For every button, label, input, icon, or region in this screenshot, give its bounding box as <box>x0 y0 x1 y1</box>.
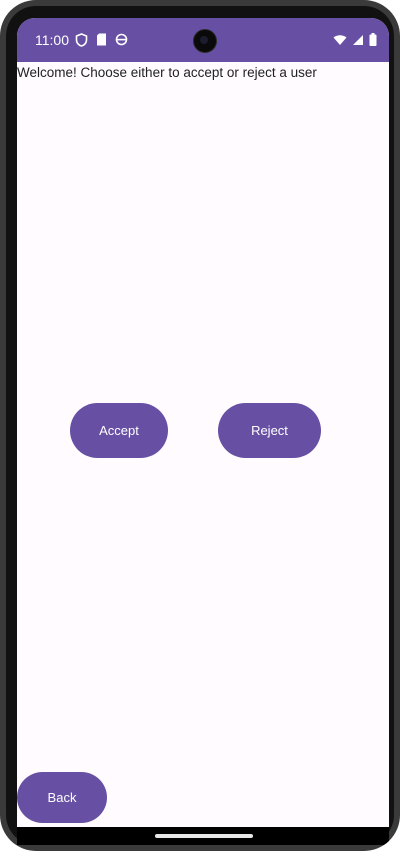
sd-card-icon <box>96 33 107 52</box>
sync-icon <box>115 33 128 52</box>
device-frame: 11:00 Welcome! Choose either to accept o… <box>0 0 400 851</box>
status-time: 11:00 <box>35 32 69 48</box>
navigation-bar <box>17 827 389 845</box>
accept-button[interactable]: Accept <box>70 403 168 458</box>
signal-icon <box>352 33 364 51</box>
battery-icon <box>369 33 377 51</box>
front-camera <box>193 29 217 53</box>
status-bar: 11:00 <box>17 18 389 62</box>
home-gesture-handle[interactable] <box>155 834 253 838</box>
reject-button[interactable]: Reject <box>218 403 321 458</box>
welcome-text: Welcome! Choose either to accept or reje… <box>17 65 317 80</box>
shield-icon <box>75 33 88 52</box>
app-screen: 11:00 Welcome! Choose either to accept o… <box>17 18 389 827</box>
back-button[interactable]: Back <box>17 772 107 823</box>
wifi-icon <box>333 33 347 51</box>
status-icons-right <box>333 33 377 51</box>
status-icons-left <box>75 33 128 52</box>
